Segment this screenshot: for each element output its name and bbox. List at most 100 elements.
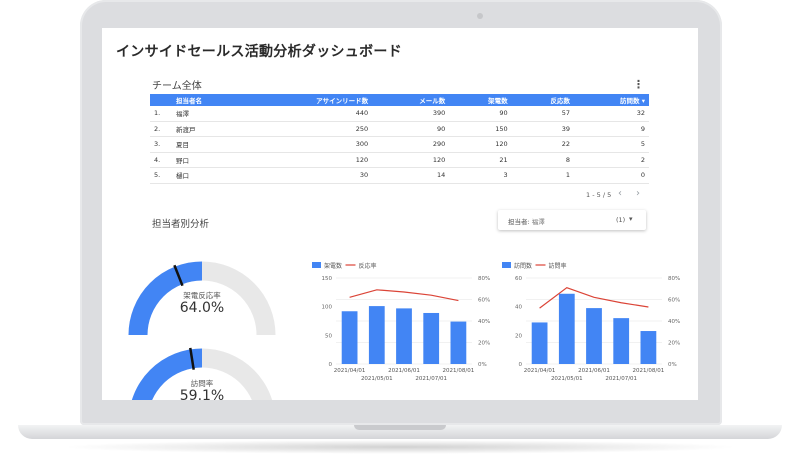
left-tick-label: 60 <box>515 276 522 282</box>
row-responses: 8 <box>511 152 575 168</box>
row-responses: 39 <box>511 121 575 137</box>
row-name: 新渡戸 <box>172 121 236 137</box>
row-visits: 2 <box>574 152 649 168</box>
chart-bar <box>450 321 467 364</box>
row-leads: 300 <box>236 136 373 153</box>
gauge-value: 59.1% <box>179 388 225 400</box>
row-index: 4. <box>150 152 172 168</box>
row-responses: 22 <box>511 136 575 153</box>
legend-label: 訪問数 <box>514 262 532 270</box>
right-tick-label: 60% <box>478 298 490 304</box>
table-header-name[interactable]: 担当者名 <box>172 94 236 106</box>
row-visits: 5 <box>574 136 649 153</box>
dashboard-screen: インサイドセールス活動分析ダッシュボード チーム全体 ⋮ 担当者名 アサインリー… <box>102 28 698 400</box>
pagination-text: 1 - 5 / 5 <box>586 191 612 199</box>
row-mail: 290 <box>372 136 450 153</box>
visits-rate-chart: 訪問数 訪問率 80% 60% 40% 20% 0% 60 40 20 02021/04/01 202… <box>502 262 680 382</box>
legend-swatch-bar <box>502 262 511 268</box>
table-header-calls[interactable]: 架電数 <box>449 94 512 106</box>
left-tick-label: 150 <box>322 276 333 282</box>
table-header-visits-label: 訪問数 <box>619 97 640 105</box>
person-filter-dropdown[interactable]: 担当者: 福澤 (1) ▾ <box>498 210 646 230</box>
team-table-title: チーム全体 <box>152 81 202 92</box>
table-row[interactable]: 4. 野口 120 120 21 8 2 <box>150 152 649 168</box>
table-header-mail[interactable]: メール数 <box>372 94 450 106</box>
row-leads: 30 <box>236 167 373 184</box>
table-row[interactable]: 5. 樋口 30 14 3 1 0 <box>150 167 649 184</box>
section-title: 担当者別分析 <box>152 219 210 230</box>
table-header-leads[interactable]: アサインリード数 <box>236 94 373 106</box>
chart-bar <box>368 306 385 364</box>
x-tick-label: 2021/04/01 <box>524 368 556 374</box>
chart-line <box>539 287 649 309</box>
table-row[interactable]: 2. 新渡戸 250 90 150 39 9 <box>150 121 649 137</box>
filter-value: 福澤 <box>531 218 545 226</box>
next-page-icon[interactable]: › <box>636 188 640 199</box>
row-visits: 32 <box>574 106 649 122</box>
legend-swatch-bar <box>312 262 321 268</box>
row-name: 野口 <box>172 152 236 168</box>
right-tick-label: 40% <box>478 319 490 325</box>
x-tick-label: 2021/05/01 <box>361 376 393 382</box>
table-header-responses[interactable]: 反応数 <box>511 94 575 106</box>
row-name: 夏目 <box>172 136 236 153</box>
more-options-icon[interactable]: ⋮ <box>633 79 644 91</box>
right-tick-label: 0% <box>668 362 677 368</box>
chart-bar <box>531 322 548 364</box>
x-tick-label: 2021/07/01 <box>605 376 637 382</box>
calls-response-chart: 架電数 反応率 80% 60% 40% 20% 0% 150 100 50 02021/04/01 2… <box>312 262 490 382</box>
chart-bar <box>613 318 630 364</box>
row-leads: 250 <box>236 121 373 137</box>
team-table-header: 担当者名 アサインリード数 メール数 架電数 反応数 訪問数 ▾ <box>150 94 649 106</box>
right-tick-label: 20% <box>668 341 680 347</box>
row-mail: 390 <box>372 106 450 122</box>
row-calls: 3 <box>449 167 512 184</box>
chart-bar <box>423 312 440 364</box>
x-tick-label: 2021/05/01 <box>551 376 583 382</box>
left-tick-label: 50 <box>325 333 332 339</box>
filter-label-text: 担当者: <box>508 218 530 226</box>
prev-page-icon[interactable]: ‹ <box>618 188 622 199</box>
right-tick-label: 20% <box>478 341 490 347</box>
left-tick-label: 40 <box>515 305 522 311</box>
filter-label: 担当者: 福澤 <box>508 216 545 226</box>
row-calls: 150 <box>449 121 512 137</box>
x-tick-label: 2021/08/01 <box>443 368 475 374</box>
row-calls: 90 <box>449 106 512 122</box>
chart-bar <box>640 331 657 364</box>
x-tick-label: 2021/08/01 <box>633 368 665 374</box>
right-tick-label: 60% <box>668 298 680 304</box>
table-row[interactable]: 3. 夏目 300 290 120 22 5 <box>150 136 649 153</box>
table-header-visits[interactable]: 訪問数 ▾ <box>574 94 649 106</box>
row-mail: 90 <box>372 121 450 137</box>
chart-bar <box>586 308 602 364</box>
row-index: 3. <box>150 136 172 153</box>
chart-line <box>349 289 459 302</box>
row-visits: 9 <box>574 121 649 137</box>
row-mail: 14 <box>372 167 450 184</box>
filter-count: (1) <box>616 216 626 224</box>
team-table: 担当者名 アサインリード数 メール数 架電数 反応数 訪問数 ▾ 1. 福澤 4… <box>150 94 649 184</box>
legend-label: 架電数 <box>324 262 342 270</box>
chart-bar <box>341 311 358 364</box>
right-tick-label: 40% <box>668 319 680 325</box>
table-row[interactable]: 1. 福澤 440 390 90 57 32 <box>150 106 649 122</box>
chevron-down-icon: ▾ <box>629 215 633 223</box>
row-index: 1. <box>150 106 172 122</box>
row-name: 樋口 <box>172 167 236 184</box>
row-calls: 21 <box>449 152 512 168</box>
right-tick-label: 80% <box>668 276 680 282</box>
row-name: 福澤 <box>172 106 236 122</box>
table-header-index <box>150 94 172 106</box>
x-tick-label: 2021/06/01 <box>578 368 610 374</box>
left-tick-label: 100 <box>322 305 333 311</box>
row-index: 5. <box>150 167 172 184</box>
row-mail: 120 <box>372 152 450 168</box>
left-tick-label: 0 <box>329 362 333 368</box>
page-title: インサイドセールス活動分析ダッシュボード <box>116 44 402 60</box>
gauges-area <box>128 261 276 400</box>
gauge-value: 64.0% <box>179 300 225 316</box>
legend-label: 訪問率 <box>549 262 567 270</box>
row-responses: 57 <box>511 106 575 122</box>
chart-bar <box>396 308 412 364</box>
